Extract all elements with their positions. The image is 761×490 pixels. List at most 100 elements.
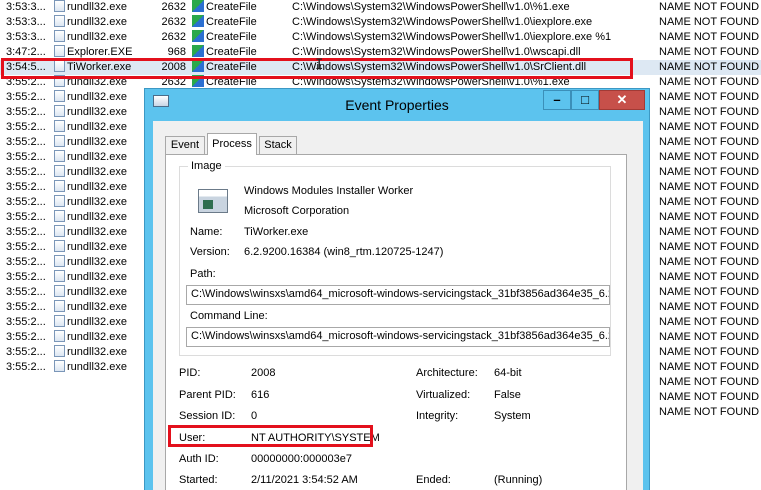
- tab-event[interactable]: Event: [165, 136, 205, 155]
- time-cell-text: 3:55:2...: [6, 181, 46, 193]
- time-cell-text: 3:55:2...: [6, 151, 46, 163]
- process-name-cell-text: rundll32.exe: [67, 121, 127, 133]
- time-cell-text: 3:55:2...: [6, 226, 46, 238]
- time-cell: 3:55:2...: [6, 285, 50, 300]
- process-icon: [54, 315, 65, 327]
- process-icon: [54, 0, 65, 12]
- process-icon: [54, 255, 65, 267]
- process-name-cell-text: rundll32.exe: [67, 151, 127, 163]
- time-cell-text: 3:53:3...: [6, 16, 46, 28]
- image-company: Microsoft Corporation: [244, 205, 350, 217]
- result-cell-text: NAME NOT FOUND: [659, 31, 760, 43]
- pid-label: PID:: [179, 367, 201, 379]
- version-value: 6.2.9200.16384 (win8_rtm.120725-1247): [244, 246, 444, 258]
- ended-value: (Running): [494, 474, 543, 486]
- process-name-cell-text: rundll32.exe: [67, 136, 127, 148]
- process-icon: [54, 165, 65, 177]
- table-row[interactable]: 3:53:3... rundll32.exe 2632 CreateFile C:\Wi…: [0, 15, 761, 30]
- result-cell: NAME NOT FOUND: [659, 255, 761, 270]
- process-icon: [54, 15, 65, 27]
- result-cell-text: NAME NOT FOUND: [659, 16, 760, 28]
- maximize-button[interactable]: □: [571, 90, 599, 110]
- process-name-cell-text: rundll32.exe: [67, 331, 127, 343]
- process-name-cell: rundll32.exe: [54, 15, 160, 30]
- process-icon: [54, 105, 65, 117]
- table-row[interactable]: 3:53:3... rundll32.exe 2632 CreateFile C:\Wi…: [0, 0, 761, 15]
- result-cell: NAME NOT FOUND: [659, 330, 761, 345]
- virtualized-label: Virtualized:: [416, 389, 471, 401]
- time-cell-text: 3:55:2...: [6, 211, 46, 223]
- process-name-cell-text: rundll32.exe: [67, 106, 127, 118]
- time-cell-text: 3:55:2...: [6, 346, 46, 358]
- time-cell: 3:55:2...: [6, 120, 50, 135]
- operation-icon: [192, 0, 204, 12]
- time-cell-text: 3:53:3...: [6, 31, 46, 43]
- result-cell-text: NAME NOT FOUND: [659, 286, 760, 298]
- integrity-label: Integrity:: [416, 410, 459, 422]
- auth-id-value: 00000000:000003e7: [251, 453, 352, 465]
- text-cursor-icon: I: [315, 57, 324, 73]
- result-cell: NAME NOT FOUND: [659, 180, 761, 195]
- process-icon: [54, 300, 65, 312]
- result-cell: NAME NOT FOUND: [659, 15, 761, 30]
- started-value: 2/11/2021 3:54:52 AM: [251, 474, 358, 486]
- integrity-value: System: [494, 410, 531, 422]
- time-cell-text: 3:55:2...: [6, 331, 46, 343]
- operation-icon: [192, 30, 204, 42]
- path-cell-text: C:\Windows\System32\WindowsPowerShell\v1…: [292, 31, 612, 43]
- path-cell-text: C:\Windows\System32\WindowsPowerShell\v1…: [292, 1, 570, 13]
- ended-label: Ended:: [416, 474, 451, 486]
- tab-stack[interactable]: Stack: [259, 136, 297, 155]
- operation-cell: CreateFile: [192, 15, 288, 30]
- time-cell-text: 3:55:2...: [6, 256, 46, 268]
- process-icon: [54, 120, 65, 132]
- result-cell-text: NAME NOT FOUND: [659, 106, 760, 118]
- time-cell: 3:55:2...: [6, 90, 50, 105]
- minimize-button[interactable]: –: [543, 90, 571, 110]
- time-cell-text: 3:47:2...: [6, 46, 46, 58]
- process-icon: [54, 45, 65, 57]
- result-cell-text: NAME NOT FOUND: [659, 256, 760, 268]
- process-icon: [54, 90, 65, 102]
- path-field[interactable]: C:\Windows\winsxs\amd64_microsoft-window…: [186, 285, 610, 305]
- result-cell-text: NAME NOT FOUND: [659, 166, 760, 178]
- result-cell: NAME NOT FOUND: [659, 345, 761, 360]
- time-cell: 3:55:2...: [6, 300, 50, 315]
- pid-value: 2008: [251, 367, 276, 379]
- time-cell: 3:55:2...: [6, 315, 50, 330]
- result-cell-text: NAME NOT FOUND: [659, 301, 760, 313]
- process-name-cell-text: rundll32.exe: [67, 361, 127, 373]
- time-cell: 3:55:2...: [6, 225, 50, 240]
- result-cell-text: NAME NOT FOUND: [659, 1, 760, 13]
- time-cell-text: 3:55:2...: [6, 136, 46, 148]
- process-icon: [54, 180, 65, 192]
- result-cell-text: NAME NOT FOUND: [659, 61, 760, 73]
- time-cell: 3:55:2...: [6, 330, 50, 345]
- process-name-cell-text: rundll32.exe: [67, 226, 127, 238]
- result-cell: NAME NOT FOUND: [659, 90, 761, 105]
- pid-cell-text: 2632: [161, 16, 186, 28]
- result-cell-text: NAME NOT FOUND: [659, 211, 760, 223]
- result-cell: NAME NOT FOUND: [659, 300, 761, 315]
- result-cell: NAME NOT FOUND: [659, 0, 761, 15]
- version-label: Version:: [190, 246, 230, 258]
- table-row[interactable]: 3:53:3... rundll32.exe 2632 CreateFile C:\Wi…: [0, 30, 761, 45]
- time-cell: 3:55:2...: [6, 135, 50, 150]
- operation-cell-text: CreateFile: [206, 31, 257, 43]
- time-cell-text: 3:55:2...: [6, 301, 46, 313]
- command-line-label: Command Line:: [190, 310, 268, 322]
- dialog-titlebar[interactable]: Event Properties – □ ✕: [145, 89, 649, 121]
- process-icon: [54, 225, 65, 237]
- process-icon: [54, 150, 65, 162]
- process-name-cell-text: rundll32.exe: [67, 316, 127, 328]
- command-line-field[interactable]: C:\Windows\winsxs\amd64_microsoft-window…: [186, 327, 610, 347]
- pid-cell: 2632: [150, 30, 186, 45]
- result-cell: NAME NOT FOUND: [659, 150, 761, 165]
- process-name-cell-text: rundll32.exe: [67, 16, 127, 28]
- process-name-cell-text: rundll32.exe: [67, 181, 127, 193]
- parent-pid-value: 616: [251, 389, 270, 401]
- tab-process[interactable]: Process: [207, 133, 257, 155]
- close-button[interactable]: ✕: [599, 90, 645, 110]
- architecture-label: Architecture:: [416, 367, 478, 379]
- path-cell: C:\Windows\System32\WindowsPowerShell\v1…: [292, 30, 652, 45]
